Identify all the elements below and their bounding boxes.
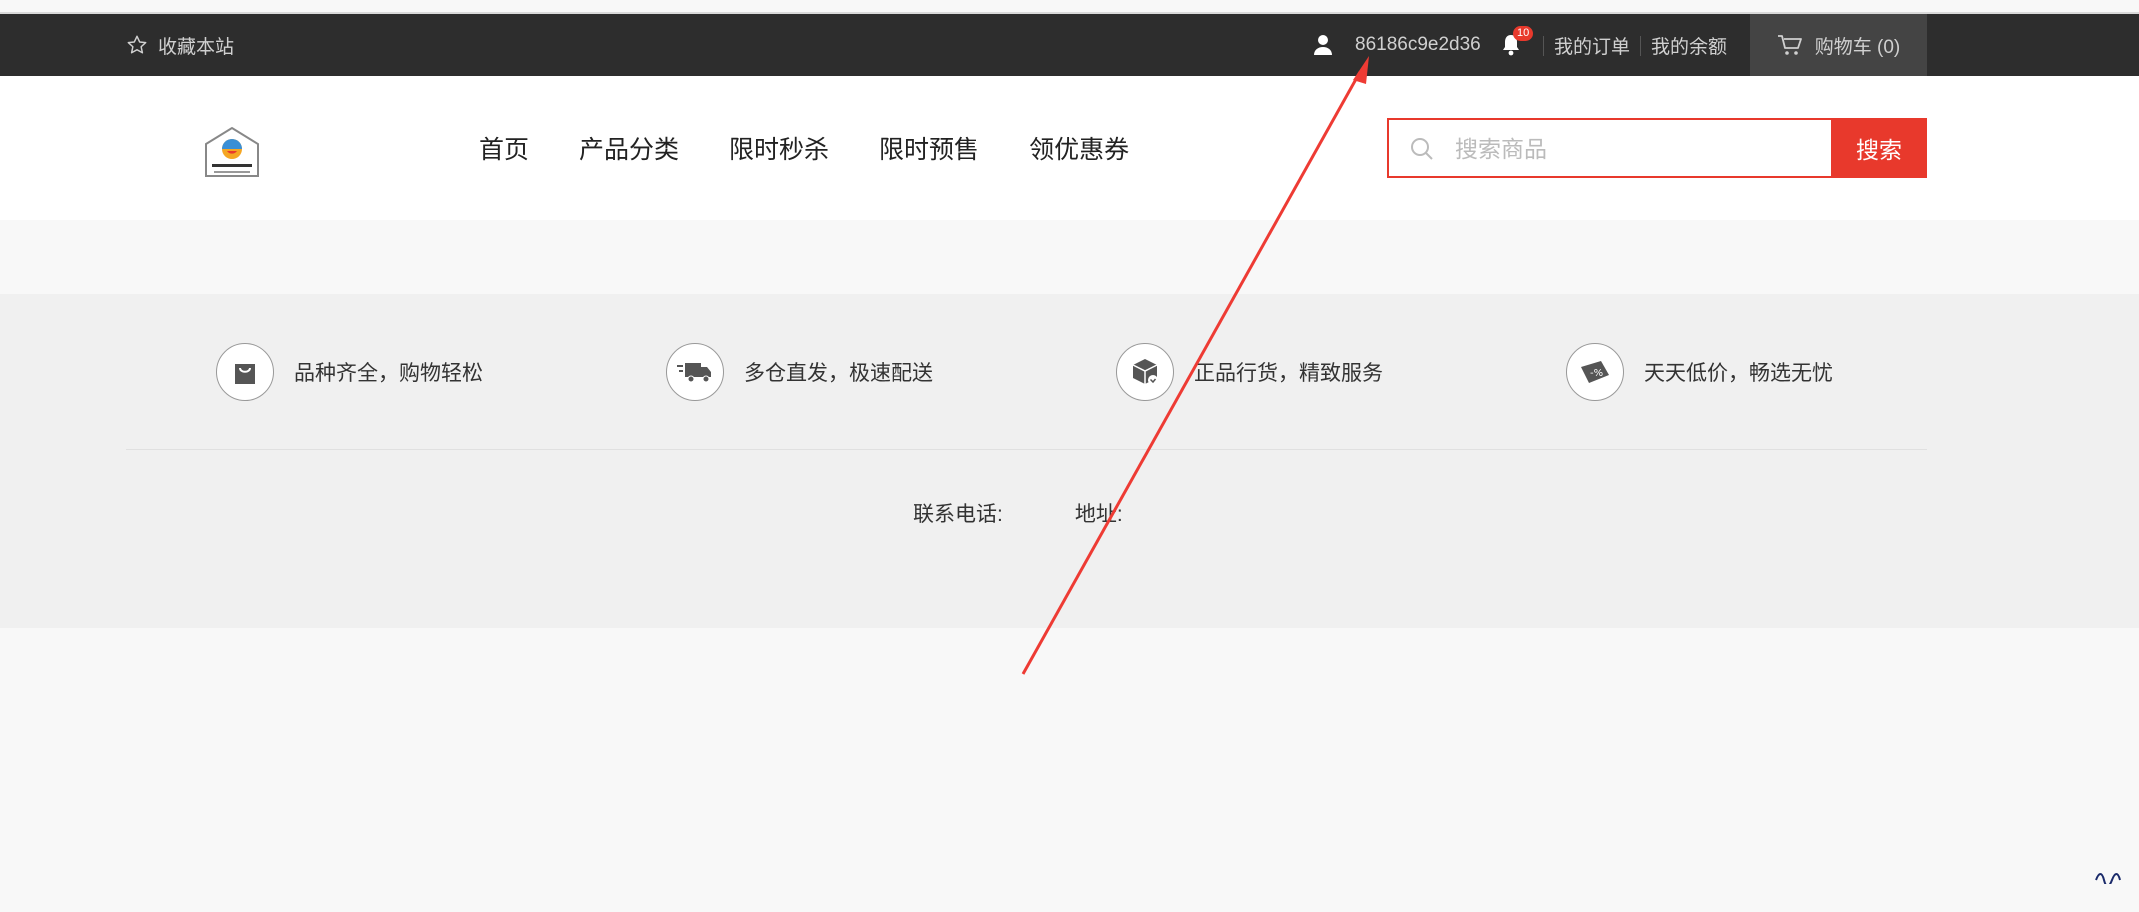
main-nav: 首页 产品分类 限时秒杀 限时预售 领优惠券 (479, 76, 1179, 220)
notification-badge: 10 (1513, 26, 1534, 41)
divider (1543, 36, 1544, 56)
phone-label: 联系电话: (913, 503, 1003, 526)
feature-label: 天天低价，畅选无忧 (1644, 362, 1833, 385)
star-icon (127, 35, 147, 54)
nav-home[interactable]: 首页 (479, 130, 529, 166)
notifications-button[interactable]: 10 (1500, 14, 1534, 76)
divider (1640, 36, 1641, 56)
feature-label: 品种齐全，购物轻松 (294, 362, 483, 385)
my-orders-link[interactable]: 我的订单 (1554, 14, 1630, 76)
cart-icon (1777, 35, 1802, 55)
cart-label: 购物车 (0) (1814, 36, 1901, 58)
shopping-bag-icon (216, 343, 274, 401)
site-footer: 品种齐全，购物轻松 多仓直发，极速配送 正品行货，精致服务 -% 天天低价，畅选… (0, 294, 2139, 628)
site-logo[interactable] (200, 124, 264, 180)
feature-item: 品种齐全，购物轻松 (216, 340, 483, 404)
feature-label: 正品行货，精致服务 (1194, 362, 1383, 385)
nav-coupons[interactable]: 领优惠券 (1029, 130, 1129, 166)
feature-item: -% 天天低价，畅选无忧 (1566, 340, 1833, 404)
search-bar: 搜索 (1387, 118, 1927, 178)
feature-item: 正品行货，精致服务 (1116, 340, 1383, 404)
nav-flash-sale[interactable]: 限时秒杀 (729, 130, 829, 166)
favorite-site-link[interactable]: 收藏本站 (126, 14, 234, 76)
delivery-truck-icon (666, 343, 724, 401)
discount-tag-icon: -% (1566, 343, 1624, 401)
search-box (1387, 118, 1831, 178)
browser-top-strip (0, 0, 2139, 14)
top-bar: 收藏本站 86186c9e2d36 10 我的订单 我的余额 购物车 (0) (0, 14, 2139, 76)
username: 86186c9e2d36 (1355, 34, 1481, 55)
search-input[interactable] (1453, 128, 1817, 170)
search-icon (1411, 138, 1433, 160)
cart-button[interactable]: 购物车 (0) (1750, 14, 1927, 76)
favorite-label: 收藏本站 (158, 36, 235, 58)
svg-text:-%: -% (1590, 368, 1603, 379)
nav-categories[interactable]: 产品分类 (579, 130, 679, 166)
site-header: 首页 产品分类 限时秒杀 限时预售 领优惠券 搜索 (0, 76, 2139, 220)
user-icon (1314, 35, 1332, 55)
user-account-link[interactable]: 86186c9e2d36 (1313, 14, 1481, 76)
nav-presale[interactable]: 限时预售 (879, 130, 979, 166)
footer-divider (126, 449, 1927, 450)
address-label: 地址: (1074, 503, 1123, 526)
service-features: 品种齐全，购物轻松 多仓直发，极速配送 正品行货，精致服务 -% 天天低价，畅选… (216, 340, 1966, 404)
package-box-icon (1116, 343, 1174, 401)
contact-info: 联系电话: 地址: (913, 498, 1123, 528)
my-balance-link[interactable]: 我的余额 (1651, 14, 1727, 76)
watermark-logo (2094, 870, 2122, 887)
feature-item: 多仓直发，极速配送 (666, 340, 933, 404)
search-button[interactable]: 搜索 (1831, 118, 1927, 178)
feature-label: 多仓直发，极速配送 (744, 362, 933, 385)
